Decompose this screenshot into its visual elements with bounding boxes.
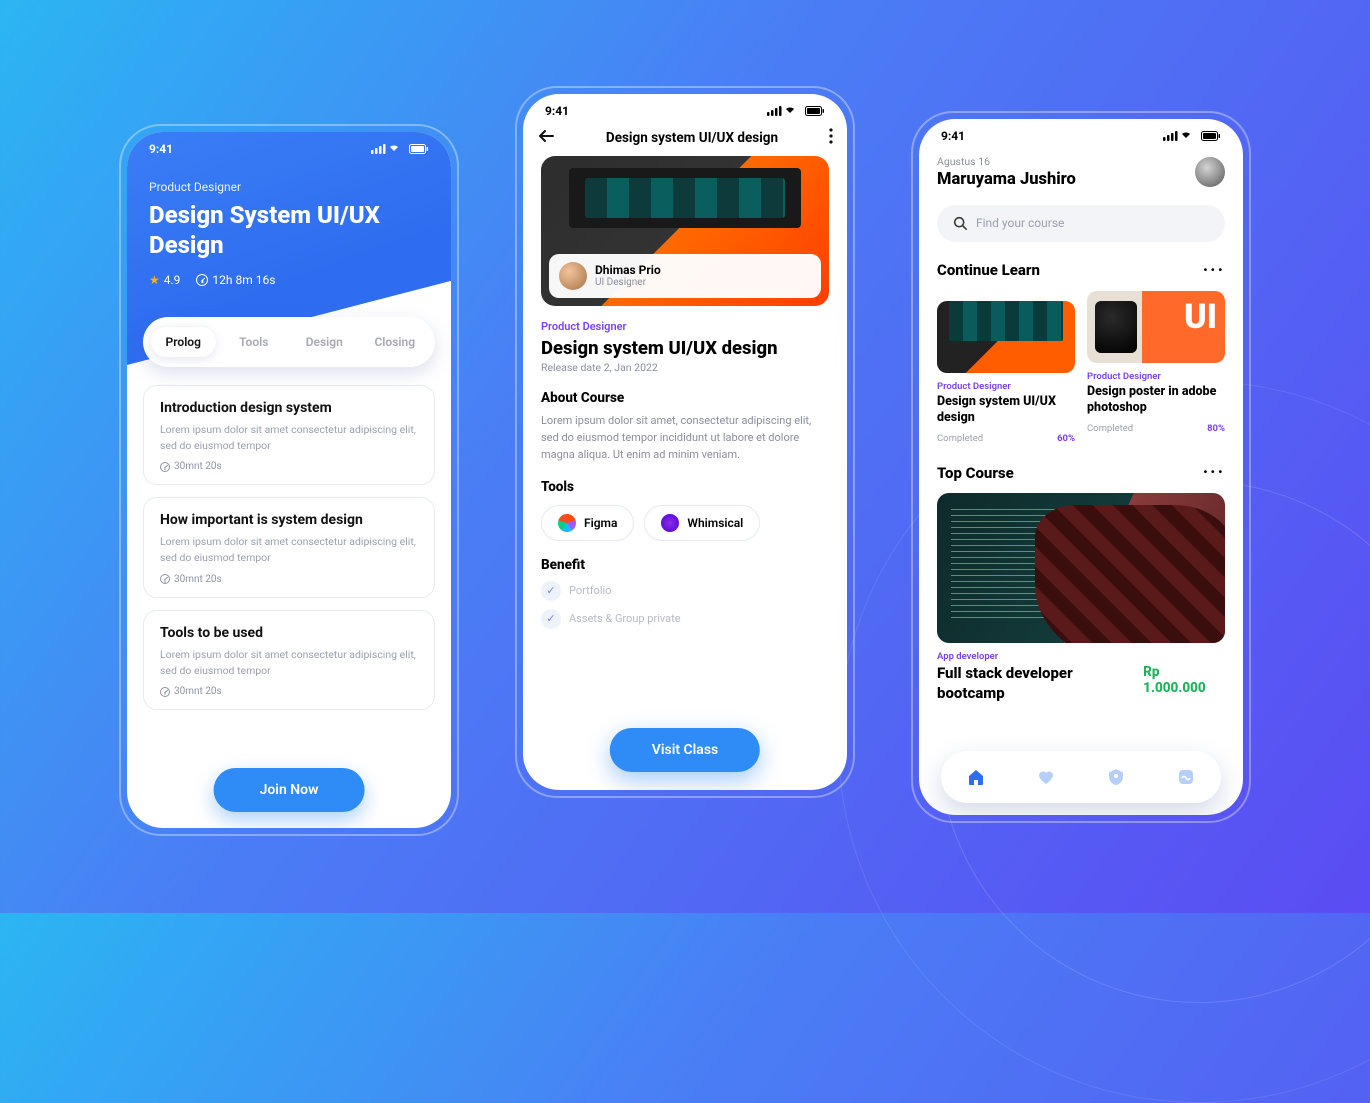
- user-name: Maruyama Jushiro: [937, 170, 1076, 189]
- course-card[interactable]: Product Designer Design poster in adobe …: [1087, 291, 1225, 445]
- page-title: Design system UI/UX design: [606, 130, 778, 146]
- nav-home-icon[interactable]: [966, 767, 986, 787]
- card-title: Design poster in adobe photoshop: [1087, 384, 1225, 418]
- tab-closing[interactable]: Closing: [363, 327, 428, 357]
- search-placeholder: Find your course: [976, 216, 1064, 230]
- tab-tools[interactable]: Tools: [222, 327, 287, 357]
- benefit-list: ✓Portfolio ✓Assets & Group private: [541, 581, 829, 629]
- thumbnail: [1087, 291, 1225, 363]
- lesson-desc: Lorem ipsum dolor sit amet consectetur a…: [160, 647, 418, 679]
- author-name: Dhimas Prio: [595, 263, 661, 277]
- clock-icon: [196, 274, 208, 286]
- course-about-screen: 9:41 Design system UI/UX design Dhimas P…: [523, 94, 847, 790]
- bottom-nav: [941, 751, 1221, 803]
- clock-icon: [160, 687, 170, 697]
- visit-class-button[interactable]: Visit Class: [610, 728, 760, 772]
- card-percent: 60%: [1057, 433, 1075, 444]
- back-button[interactable]: [537, 128, 555, 147]
- clock-icon: [160, 462, 170, 472]
- course-cover: Dhimas Prio UI Designer: [541, 156, 829, 306]
- release-date: Release date 2, Jan 2022: [541, 361, 829, 374]
- thumbnail: [937, 301, 1075, 373]
- status-indicators: [371, 143, 429, 155]
- whimsical-icon: [661, 514, 679, 532]
- rating: ★4.9: [149, 273, 180, 287]
- tabs: Prolog Tools Design Closing: [143, 317, 435, 367]
- date: Agustus 16: [937, 155, 1076, 168]
- search-icon: [953, 216, 968, 231]
- author-chip[interactable]: Dhimas Prio UI Designer: [549, 254, 821, 298]
- course-category: Product Designer: [149, 180, 429, 194]
- lesson-card[interactable]: How important is system design Lorem ips…: [143, 497, 435, 598]
- nav-settings-icon[interactable]: [1106, 767, 1126, 787]
- avatar[interactable]: [1195, 157, 1225, 187]
- course-category: Product Designer: [541, 320, 829, 333]
- about-text: Lorem ipsum dolor sit amet, consectetur …: [541, 412, 829, 463]
- lesson-title: Tools to be used: [160, 625, 418, 641]
- top-course-category: App developer: [937, 651, 1225, 662]
- tool-figma[interactable]: Figma: [541, 505, 634, 541]
- check-icon: ✓: [541, 609, 561, 629]
- lesson-title: How important is system design: [160, 512, 418, 528]
- status-time: 9:41: [149, 142, 173, 156]
- more-icon[interactable]: ···: [1203, 462, 1225, 483]
- course-detail-screen: 9:41 Product Designer Design System UI/U…: [127, 132, 451, 828]
- tab-prolog[interactable]: Prolog: [151, 327, 216, 357]
- top-course-title: Full stack developer bootcamp: [937, 664, 1143, 703]
- status-indicators: [767, 105, 825, 117]
- more-icon[interactable]: ···: [1203, 260, 1225, 281]
- tool-whimsical[interactable]: Whimsical: [644, 505, 760, 541]
- lesson-list: Introduction design system Lorem ipsum d…: [127, 367, 451, 828]
- card-category: Product Designer: [1087, 371, 1225, 382]
- card-status: Completed: [937, 433, 983, 444]
- join-now-button[interactable]: Join Now: [214, 768, 365, 812]
- author-role: UI Designer: [595, 277, 661, 288]
- more-icon[interactable]: [829, 128, 833, 148]
- figma-icon: [558, 514, 576, 532]
- home-screen: 9:41 Agustus 16 Maruyama Jushiro Find yo…: [919, 119, 1243, 815]
- tab-design[interactable]: Design: [292, 327, 357, 357]
- benefit-heading: Benefit: [541, 557, 829, 573]
- top-course-cover[interactable]: [937, 493, 1225, 643]
- top-course-heading: Top Course: [937, 464, 1014, 482]
- course-title: Design system UI/UX design: [541, 337, 829, 359]
- search-input[interactable]: Find your course: [937, 205, 1225, 242]
- lesson-desc: Lorem ipsum dolor sit amet consectetur a…: [160, 422, 418, 454]
- status-bar: 9:41: [523, 94, 847, 124]
- avatar: [559, 262, 587, 290]
- continue-heading: Continue Learn: [937, 261, 1040, 279]
- star-icon: ★: [149, 273, 160, 287]
- course-title: Design System UI/UX Design: [149, 200, 429, 261]
- duration: 12h 8m 16s: [196, 273, 275, 287]
- top-course-price: Rp 1.000.000: [1143, 664, 1225, 696]
- status-indicators: [1163, 130, 1221, 142]
- card-status: Completed: [1087, 423, 1133, 434]
- card-title: Design system UI/UX design: [937, 394, 1075, 428]
- about-heading: About Course: [541, 390, 829, 406]
- lesson-card[interactable]: Tools to be used Lorem ipsum dolor sit a…: [143, 610, 435, 711]
- clock-icon: [160, 574, 170, 584]
- card-category: Product Designer: [937, 381, 1075, 392]
- status-bar: 9:41: [149, 132, 429, 162]
- lesson-title: Introduction design system: [160, 400, 418, 416]
- lesson-card[interactable]: Introduction design system Lorem ipsum d…: [143, 385, 435, 486]
- lesson-desc: Lorem ipsum dolor sit amet consectetur a…: [160, 534, 418, 566]
- status-time: 9:41: [941, 129, 965, 143]
- status-time: 9:41: [545, 104, 569, 118]
- nav-favorites-icon[interactable]: [1036, 767, 1056, 787]
- nav-stats-icon[interactable]: [1176, 767, 1196, 787]
- status-bar: 9:41: [919, 119, 1243, 149]
- tools-heading: Tools: [541, 479, 829, 495]
- course-card[interactable]: Product Designer Design system UI/UX des…: [937, 291, 1075, 445]
- card-percent: 80%: [1207, 423, 1225, 434]
- check-icon: ✓: [541, 581, 561, 601]
